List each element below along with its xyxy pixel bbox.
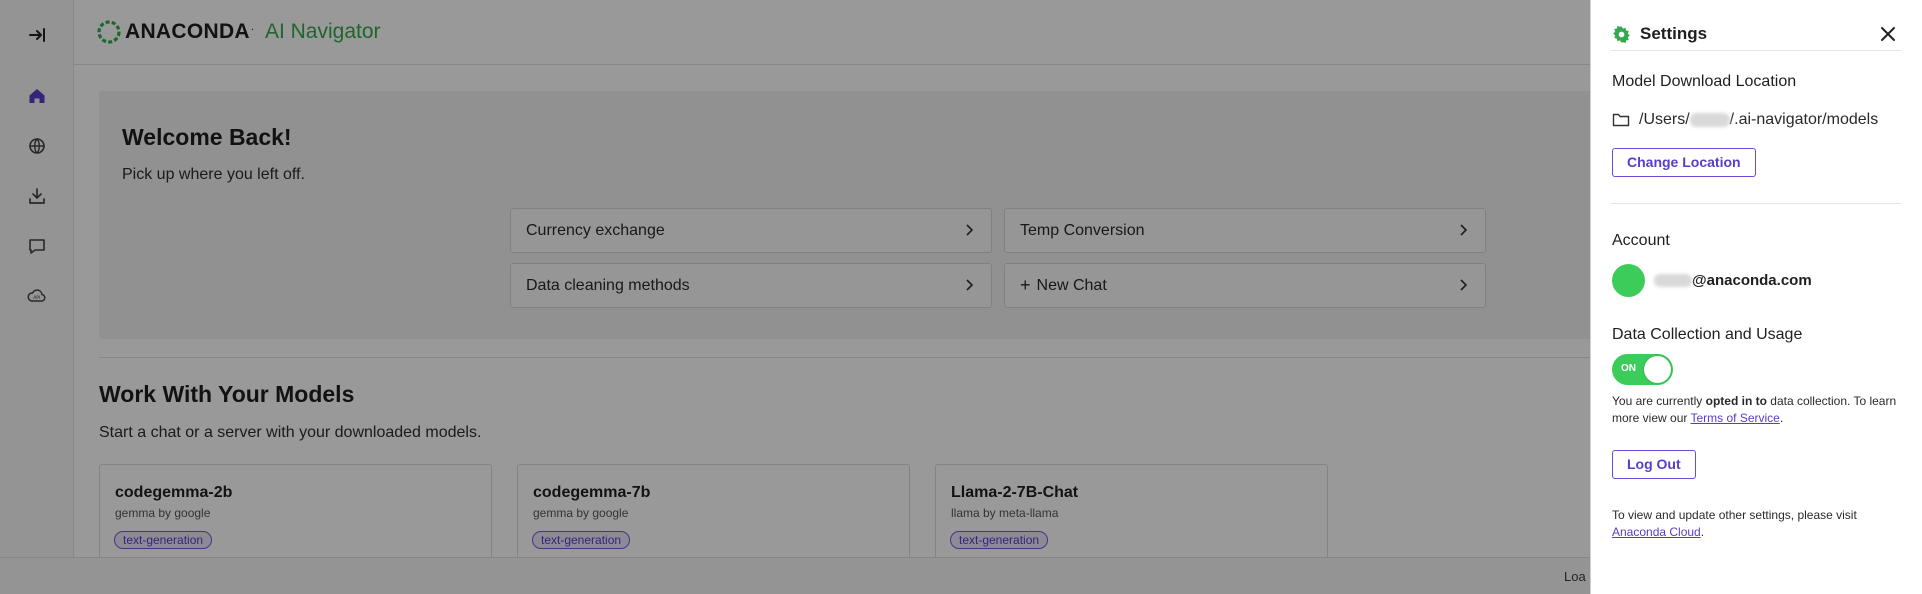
download-path: /Users/ /.ai-navigator/models — [1612, 111, 1878, 129]
change-location-button[interactable]: Change Location — [1612, 148, 1756, 177]
section-divider — [1611, 203, 1901, 204]
settings-panel: Settings Model Download Location /Users/… — [1590, 0, 1922, 594]
account-row: @anaconda.com — [1612, 264, 1812, 297]
settings-title: Settings — [1640, 24, 1708, 43]
redacted-username — [1689, 113, 1730, 127]
header-divider — [1611, 50, 1901, 51]
account-title: Account — [1612, 232, 1670, 249]
redacted-email-user — [1654, 274, 1692, 287]
opted-in-text: opted in to — [1705, 394, 1767, 408]
account-email: @anaconda.com — [1654, 272, 1812, 289]
close-icon[interactable] — [1878, 24, 1898, 44]
footer-text: To view and update other settings, pleas… — [1612, 508, 1857, 522]
anaconda-cloud-link[interactable]: Anaconda Cloud — [1612, 525, 1701, 539]
data-collection-toggle[interactable]: ON — [1612, 354, 1673, 385]
email-domain: @anaconda.com — [1692, 272, 1812, 289]
footer-text: . — [1700, 525, 1705, 539]
toggle-knob — [1644, 356, 1671, 383]
download-path-text: /Users/ /.ai-navigator/models — [1639, 111, 1878, 129]
description-text: You are currently — [1612, 394, 1706, 408]
data-collection-title: Data Collection and Usage — [1612, 326, 1803, 343]
path-suffix: /.ai-navigator/models — [1729, 111, 1879, 128]
avatar — [1612, 264, 1645, 297]
terms-of-service-link[interactable]: Terms of Service — [1690, 411, 1779, 425]
gear-icon — [1613, 25, 1630, 43]
download-location-title: Model Download Location — [1612, 73, 1797, 90]
path-prefix: /Users/ — [1639, 111, 1690, 128]
footer-note: To view and update other settings, pleas… — [1612, 507, 1902, 541]
settings-header: Settings — [1612, 24, 1707, 44]
description-text: . — [1779, 411, 1784, 425]
folder-icon — [1612, 113, 1630, 127]
data-collection-description: You are currently opted in to data colle… — [1612, 393, 1902, 427]
log-out-button[interactable]: Log Out — [1612, 450, 1696, 479]
toggle-state-label: ON — [1621, 363, 1636, 374]
